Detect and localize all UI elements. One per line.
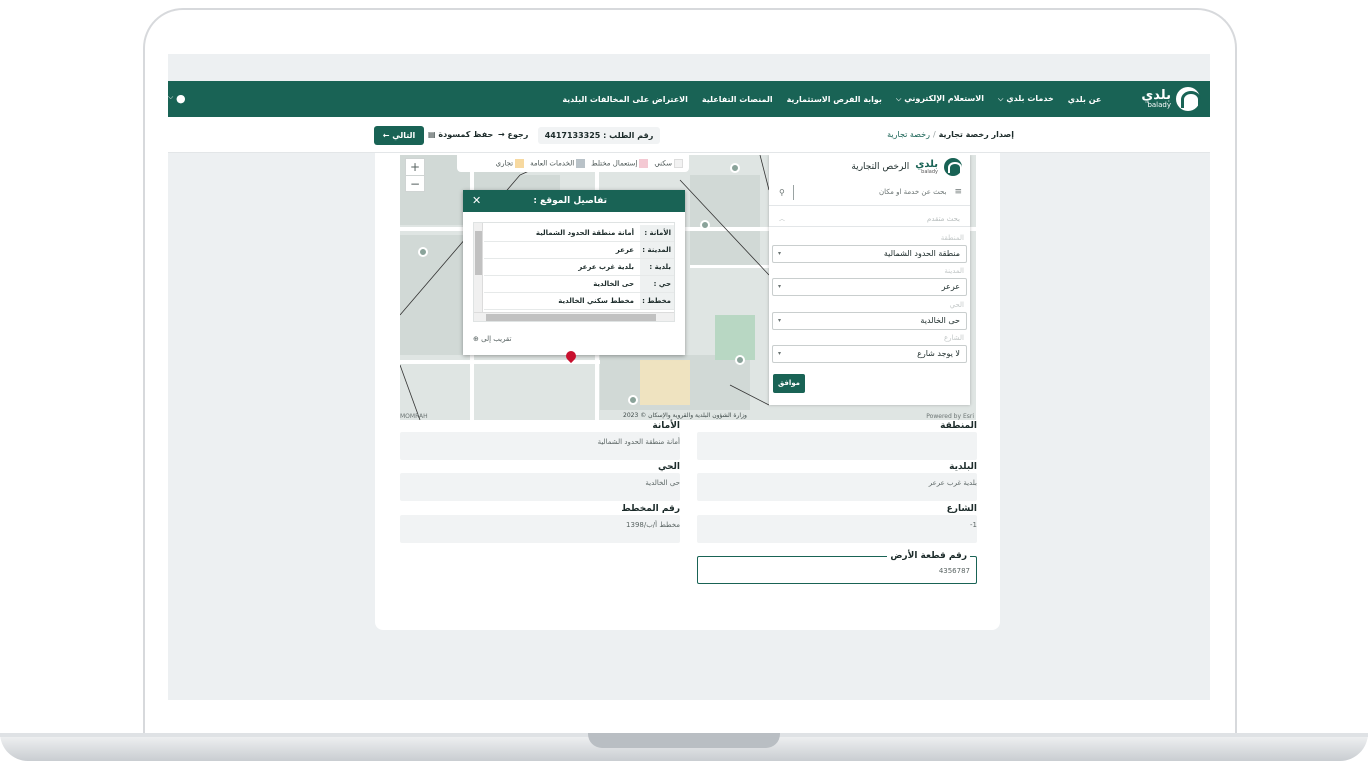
- table-row: الأمانة : أمانة منطقة الحدود الشمالية: [484, 225, 674, 242]
- caret-down-icon: ▾: [778, 350, 782, 357]
- district-label: الحي: [949, 301, 964, 309]
- main-navbar: بلدي balady عن بلدي خدمات بلدي⌵ الاستعلا…: [168, 81, 1210, 117]
- chevron-down-icon: ⌵: [998, 95, 1004, 103]
- browser-screen: بلدي balady عن بلدي خدمات بلدي⌵ الاستعلا…: [168, 54, 1210, 700]
- map-search-input[interactable]: ≡بحث عن خدمة او مكان ⚲: [769, 179, 970, 206]
- district-select[interactable]: حى الخالدية ▾: [772, 312, 967, 330]
- popup-title: تفاصيل الموقع :: [533, 196, 607, 206]
- globe-icon[interactable]: ●: [176, 92, 186, 105]
- legend-item: إستعمال مختلط: [591, 159, 649, 168]
- panel-title: الرخص التجارية: [851, 162, 910, 172]
- nav-item-platforms[interactable]: المنصات التفاعلية: [702, 95, 773, 104]
- horizontal-scrollbar[interactable]: [474, 312, 674, 321]
- map-attribution-left: MOMRAH: [400, 413, 428, 420]
- caret-down-icon: ▾: [778, 250, 782, 257]
- zoom-out-button[interactable]: −: [406, 175, 424, 191]
- nav-item-objection[interactable]: الاعتراض على المخالفات البلدية: [562, 95, 688, 104]
- map-search-panel: بلدي balady الرخص التجارية ≡بحث عن خدمة ا…: [769, 155, 970, 405]
- balady-logo-icon: [944, 158, 962, 176]
- zoom-to-link[interactable]: تقريب إلى ⊕: [473, 335, 511, 343]
- street-select[interactable]: لا يوجد شارع ▾: [772, 345, 967, 363]
- chevron-down-icon: ⌵: [895, 95, 902, 103]
- amanah-field: الأمانة أمانة منطقة الحدود الشمالية: [400, 421, 680, 460]
- nav-item-about[interactable]: عن بلدي: [1068, 95, 1102, 104]
- popup-details-table: الأمانة : أمانة منطقة الحدود الشمالية ال…: [473, 222, 675, 322]
- laptop-notch: [588, 733, 780, 748]
- chevron-down-icon: ⌵: [168, 93, 174, 101]
- arrow-left-icon: ←: [382, 131, 390, 140]
- table-row: مخطط : مخطط سكني الخالدية: [484, 293, 674, 310]
- breadcrumb: إصدار رخصة تجارية/رخصة تجارية: [887, 130, 1014, 139]
- search-icon[interactable]: ⚲: [779, 179, 785, 206]
- district-field: الحي حى الخالدية: [400, 462, 680, 501]
- caret-down-icon: ▾: [778, 283, 782, 290]
- arrow-left-icon: →: [498, 130, 505, 139]
- breadcrumb-current: إصدار رخصة تجارية: [938, 130, 1014, 139]
- document-icon: ▤: [428, 130, 436, 139]
- next-button[interactable]: التالي ←: [374, 126, 424, 145]
- nav-item-services[interactable]: خدمات بلدي⌵: [998, 94, 1054, 104]
- map-view[interactable]: + − سكني إستعمال مختلط الخدمات العامة تج…: [400, 155, 976, 420]
- save-draft-button[interactable]: حفظ كمسودة ▤: [428, 130, 493, 139]
- vertical-scrollbar[interactable]: [474, 223, 483, 313]
- street-label: الشارع: [943, 334, 964, 342]
- back-button[interactable]: رجوع →: [498, 130, 528, 139]
- breadcrumb-link[interactable]: رخصة تجارية: [887, 130, 930, 139]
- close-icon[interactable]: ✕: [472, 190, 481, 212]
- balady-logo[interactable]: بلدي balady: [1141, 87, 1201, 111]
- nav-item-investment[interactable]: بوابة الفرص الاستثمارية: [787, 95, 882, 104]
- table-row: حي : حى الخالدية: [484, 276, 674, 293]
- advanced-search-toggle[interactable]: بحث متقدم ︿: [769, 212, 970, 227]
- chevron-up-icon: ︿: [779, 216, 786, 223]
- legend-item: الخدمات العامة: [530, 159, 586, 168]
- region-field: المنطقة: [697, 421, 977, 460]
- balady-logo-icon: [1176, 87, 1201, 111]
- map-credit: وزارة الشؤون البلدية والقروية والإسكان ©…: [623, 412, 747, 419]
- request-number-badge: رقم الطلب : 4417133325: [538, 127, 660, 144]
- plan-number-field: رقم المخطط مخطط أ/ب/1398: [400, 504, 680, 543]
- panel-brand: بلدي: [915, 158, 938, 170]
- logo-english: balady: [1147, 101, 1171, 109]
- device-mockup: بلدي balady عن بلدي خدمات بلدي⌵ الاستعلا…: [0, 0, 1368, 774]
- region-select[interactable]: منطقة الحدود الشمالية ▾: [772, 245, 967, 263]
- panel-brand-en: balady: [921, 168, 938, 175]
- confirm-button[interactable]: موافق: [773, 374, 805, 393]
- breadcrumb-separator: /: [932, 130, 936, 139]
- location-pin-icon: [565, 351, 577, 365]
- zoom-in-button[interactable]: +: [406, 159, 424, 175]
- main-card: + − سكني إستعمال مختلط الخدمات العامة تج…: [375, 153, 1000, 630]
- location-details-popup: تفاصيل الموقع : ✕ الأمانة : أمانة منطقة …: [463, 190, 685, 355]
- zoom-icon: ⊕: [473, 335, 479, 343]
- map-zoom-control: + −: [405, 158, 425, 192]
- caret-down-icon: ▾: [778, 317, 782, 324]
- plot-number-input[interactable]: رقم قطعة الأرض 4356787: [697, 551, 977, 584]
- map-attribution-right: Powered by Esri: [926, 413, 974, 420]
- city-select[interactable]: عرعر ▾: [772, 278, 967, 296]
- table-row: بلدية : بلدية غرب عرعر: [484, 259, 674, 276]
- city-label: المدينة: [944, 267, 964, 275]
- legend-item: تجاري: [496, 159, 525, 168]
- street-field: الشارع 1-: [697, 504, 977, 543]
- nav-item-inquiry[interactable]: الاستعلام الإلكتروني⌵: [896, 94, 984, 104]
- menu-icon[interactable]: ≡: [954, 187, 962, 197]
- region-label: المنطقة: [940, 234, 964, 242]
- table-row: المدينة : عرعر: [484, 242, 674, 259]
- municipality-field: البلدية بلدية غرب عرعر: [697, 462, 977, 501]
- land-use-legend: سكني إستعمال مختلط الخدمات العامة تجاري: [457, 155, 689, 172]
- action-bar: إصدار رخصة تجارية/رخصة تجارية رقم الطلب …: [168, 117, 1210, 153]
- legend-item: سكني: [654, 159, 683, 168]
